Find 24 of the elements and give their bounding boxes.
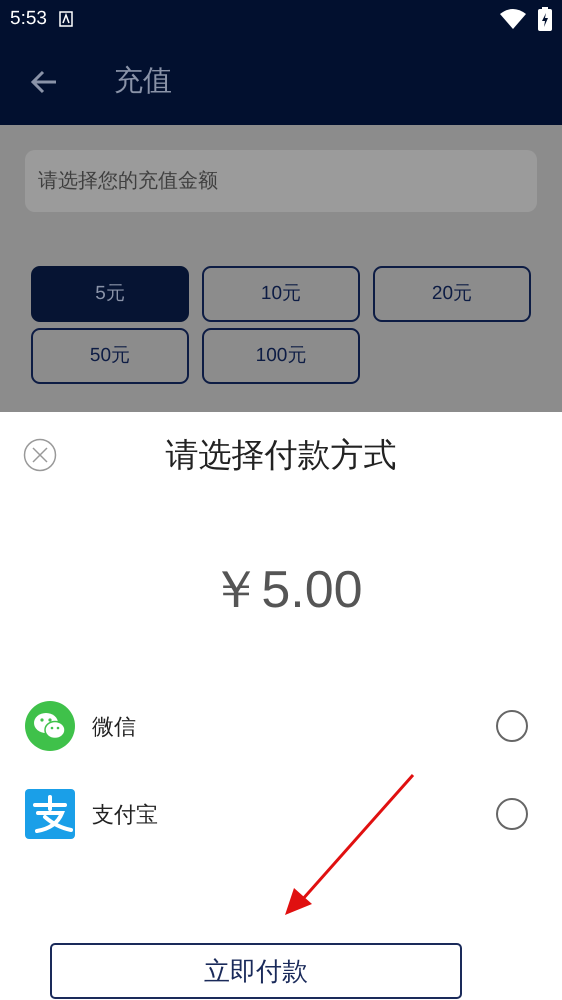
chat-bubbles-icon [25, 701, 75, 751]
status-time: 5:53 [10, 6, 47, 31]
sheet-title: 请选择付款方式 [166, 435, 396, 476]
pay-now-button[interactable]: 立即付款 [50, 943, 462, 999]
amount-option[interactable]: 100元 [202, 328, 360, 384]
page-title: 充值 [114, 64, 172, 99]
amount-field[interactable]: 请选择您的充值金额 [25, 150, 537, 212]
wifi-icon [500, 9, 526, 29]
radio-button[interactable] [496, 798, 528, 830]
radio-button[interactable] [496, 710, 528, 742]
back-arrow-icon[interactable] [30, 70, 58, 94]
payment-method-label: 支付宝 [92, 800, 159, 828]
notification-icon [58, 11, 73, 27]
battery-icon [538, 7, 552, 31]
alipay-logo-icon [25, 789, 75, 839]
payment-method-label: 微信 [92, 712, 137, 740]
amount-option[interactable]: 20元 [373, 266, 531, 322]
amount-option[interactable]: 50元 [31, 328, 189, 384]
payment-amount: ￥5.00 [209, 560, 363, 621]
amount-option[interactable]: 5元 [31, 266, 189, 322]
payment-method-row[interactable]: 微信 [0, 682, 562, 770]
payment-method-row[interactable]: 支付宝 [0, 770, 562, 858]
close-icon[interactable] [23, 438, 57, 472]
amount-option[interactable]: 10元 [202, 266, 360, 322]
